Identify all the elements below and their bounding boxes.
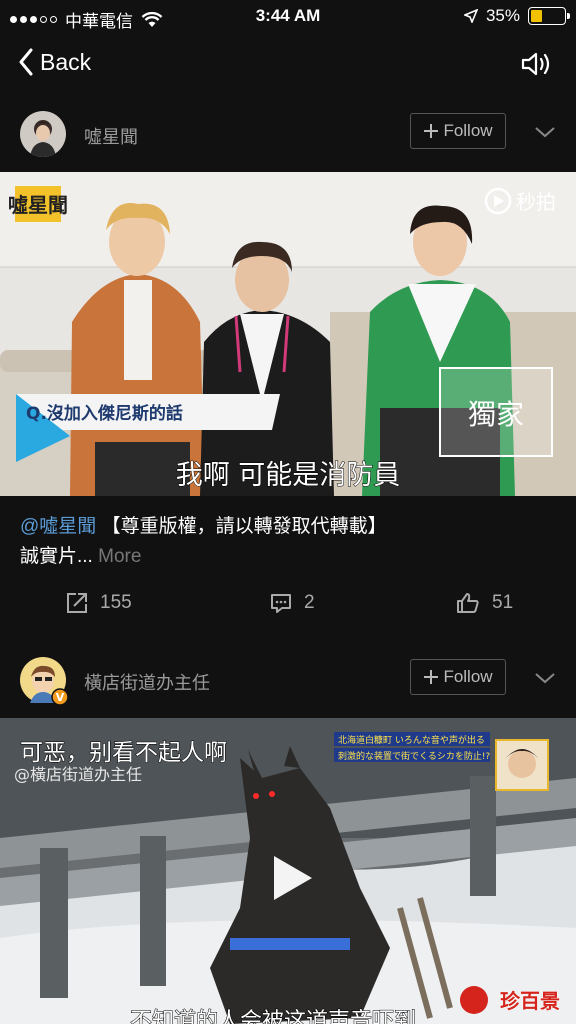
repost-button[interactable]: 155	[66, 592, 132, 614]
author-mention[interactable]: @噓星聞	[20, 516, 96, 537]
more-options-button[interactable]	[534, 671, 556, 690]
repost-count: 155	[100, 592, 132, 613]
video-bottom-subtitle: 不知道的人会被这道声音吓到	[130, 1009, 416, 1024]
chevron-down-icon	[535, 673, 555, 684]
comment-count: 2	[304, 592, 315, 613]
video-top-subtitle: 可恶，别看不起人啊	[20, 740, 227, 766]
avatar[interactable]	[20, 111, 66, 157]
speaker-icon	[521, 52, 550, 76]
thumbs-up-icon	[457, 593, 479, 613]
back-label: Back	[40, 48, 92, 75]
view-count: 375K views	[20, 1006, 111, 1024]
avatar[interactable]: V	[20, 657, 69, 706]
speaker-button[interactable]	[520, 50, 552, 83]
video-caption-box-2: 刺激的な装置で街でくるシカを防止!?	[338, 750, 490, 762]
post-actions: 155 2 51	[0, 592, 576, 622]
back-button[interactable]: Back	[18, 48, 91, 76]
caption-text: 【尊重版權，請以轉發取代轉載】	[101, 516, 387, 537]
like-button[interactable]: 51	[456, 592, 513, 614]
video-frame: 可恶，别看不起人啊 @橫店街道办主任 北海道白糠町 いろんな音や声が出る 刺激的…	[0, 718, 576, 1024]
svg-text:V: V	[56, 691, 65, 704]
plus-icon	[424, 670, 439, 684]
post-header: 噓星聞 Follow	[0, 103, 576, 163]
video-watermark: 秒拍	[516, 190, 556, 214]
video-player[interactable]: 可恶，别看不起人啊 @橫店街道办主任 北海道白糠町 いろんな音や声が出る 刺激的…	[0, 718, 576, 1024]
location-icon	[463, 9, 478, 23]
post-header: V 橫店街道办主任 Follow	[0, 649, 576, 709]
video-caption-box-1: 北海道白糠町 いろんな音や声が出る	[338, 734, 485, 746]
plus-icon	[424, 124, 439, 138]
video-subtitle: 我啊 可能是消防員	[176, 460, 401, 491]
more-options-button[interactable]	[534, 125, 556, 144]
question-banner: Q.沒加入傑尼斯的話	[26, 403, 183, 424]
status-bar: 中華電信 3:44 AM 35%	[0, 0, 576, 34]
post-caption: @噓星聞 【尊重版權，請以轉發取代轉載】 誠實片... More	[20, 512, 560, 572]
follow-button[interactable]: Follow	[410, 113, 506, 149]
video-duration: 1:59	[520, 1006, 556, 1024]
comment-button[interactable]: 2	[270, 592, 315, 614]
caption-line2: 誠實片...	[20, 546, 93, 567]
exclusive-badge: 獨家	[468, 398, 524, 431]
corner-logo: 噓星聞	[8, 193, 68, 217]
follow-label: Follow	[443, 121, 493, 140]
chevron-down-icon	[535, 127, 555, 138]
top-nav: Back	[0, 44, 576, 86]
follow-label: Follow	[443, 667, 493, 686]
video-player[interactable]: 噓星聞 秒拍 獨家 Q.沒加入傑尼斯的話 我啊 可能是消防員	[0, 172, 576, 496]
like-count: 51	[492, 592, 514, 613]
author-name[interactable]: 橫店街道办主任	[84, 669, 210, 695]
comment-icon	[271, 594, 291, 613]
chevron-left-icon	[19, 48, 33, 76]
follow-button[interactable]: Follow	[410, 659, 506, 695]
video-handle: @橫店街道办主任	[14, 765, 142, 784]
battery-icon	[528, 7, 570, 25]
author-name[interactable]: 噓星聞	[84, 123, 138, 149]
share-icon	[67, 593, 87, 613]
more-link[interactable]: More	[98, 546, 141, 567]
battery-percent: 35%	[485, 6, 520, 25]
video-frame: 噓星聞 秒拍 獨家 Q.沒加入傑尼斯的話 我啊 可能是消防員	[0, 172, 576, 496]
